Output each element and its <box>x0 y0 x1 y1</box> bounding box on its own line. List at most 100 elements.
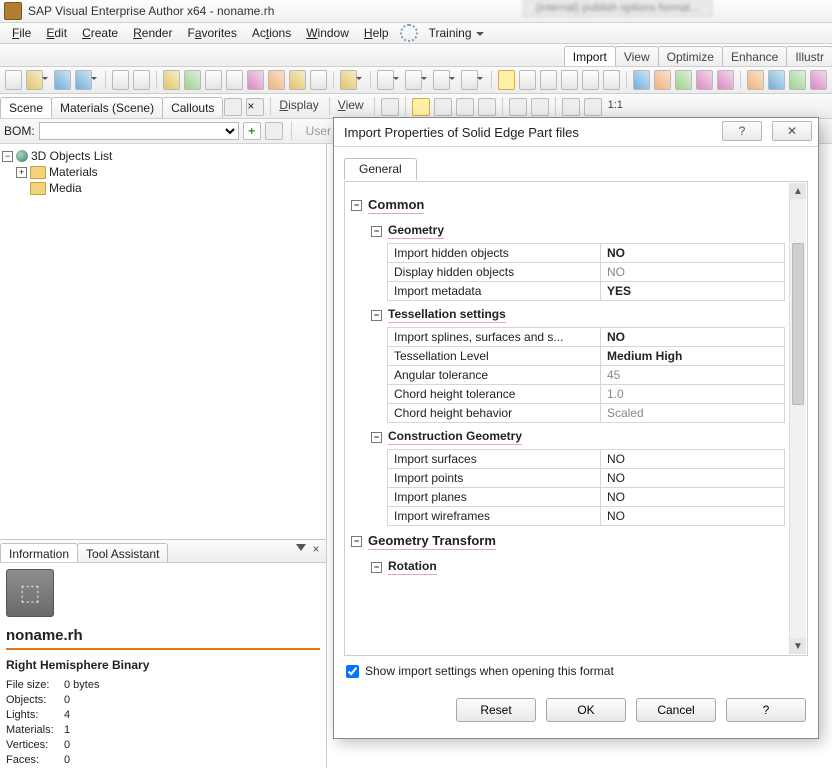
show-settings-checkbox[interactable] <box>346 665 359 678</box>
property-value[interactable]: NO <box>600 327 785 347</box>
zoom-icon[interactable] <box>509 98 527 116</box>
property-row[interactable]: Chord height tolerance1.0 <box>387 385 785 404</box>
tree-node-media[interactable]: Media <box>16 180 324 196</box>
property-row[interactable]: Import hidden objectsNO <box>387 243 785 263</box>
plane-icon[interactable] <box>478 98 496 116</box>
property-value[interactable]: NO <box>600 449 785 469</box>
menu-training[interactable]: Training <box>423 25 486 41</box>
tool-icon[interactable] <box>561 70 578 90</box>
property-row[interactable]: Import pointsNO <box>387 469 785 488</box>
property-row[interactable]: Import wireframesNO <box>387 507 785 526</box>
property-value[interactable]: NO <box>600 469 785 488</box>
panel-tab-scene[interactable]: Scene <box>0 97 52 118</box>
tool-icon[interactable] <box>289 70 306 90</box>
home-icon[interactable] <box>340 70 357 90</box>
save-icon[interactable] <box>54 70 71 90</box>
menu-render[interactable]: Render <box>127 25 178 41</box>
tool-icon[interactable] <box>310 70 327 90</box>
close-icon[interactable]: × <box>310 544 322 556</box>
new-icon[interactable] <box>5 70 22 90</box>
collapse-icon[interactable]: − <box>371 310 382 321</box>
panel-tab-callouts[interactable]: Callouts <box>162 97 223 118</box>
scroll-down-icon[interactable]: ▼ <box>790 638 806 654</box>
move-icon[interactable] <box>519 70 536 90</box>
group-common[interactable]: −Common <box>351 194 789 217</box>
reset-button[interactable]: Reset <box>456 698 536 722</box>
cancel-button[interactable]: Cancel <box>636 698 716 722</box>
tool-icon[interactable] <box>603 70 620 90</box>
tool-icon[interactable] <box>717 70 734 90</box>
property-value[interactable]: 1.0 <box>600 385 785 404</box>
tree-node-3d-objects[interactable]: − 3D Objects List <box>2 148 324 164</box>
scroll-thumb[interactable] <box>792 243 804 405</box>
tool-icon[interactable] <box>540 70 557 90</box>
menu-favorites[interactable]: Favorites <box>181 25 242 41</box>
help-button[interactable]: ? <box>726 698 806 722</box>
property-value[interactable]: Scaled <box>600 404 785 423</box>
redo-icon[interactable] <box>226 70 243 90</box>
tool-icon[interactable] <box>433 70 450 90</box>
cube-icon[interactable] <box>768 70 785 90</box>
panel-close-icon[interactable]: × <box>246 98 264 116</box>
panel-tab-materials-scene-[interactable]: Materials (Scene) <box>51 97 163 118</box>
property-value[interactable]: NO <box>600 243 785 263</box>
info-tab-information[interactable]: Information <box>0 543 78 562</box>
panel-icon[interactable] <box>224 98 242 116</box>
collapse-icon[interactable]: − <box>371 226 382 237</box>
tool-icon[interactable] <box>268 70 285 90</box>
cube-icon[interactable] <box>789 70 806 90</box>
find-icon[interactable] <box>163 70 180 90</box>
property-row[interactable]: Chord height behaviorScaled <box>387 404 785 423</box>
tool-icon[interactable] <box>434 98 452 116</box>
scrollbar[interactable]: ▲ ▼ <box>789 183 806 654</box>
menu-actions[interactable]: Actions <box>246 25 297 41</box>
property-value[interactable]: 45 <box>600 366 785 385</box>
property-value[interactable]: YES <box>600 282 785 301</box>
orbit-icon[interactable] <box>412 98 430 116</box>
add-icon[interactable]: + <box>243 122 261 140</box>
tool-icon[interactable] <box>696 70 713 90</box>
tab-enhance[interactable]: Enhance <box>722 46 787 66</box>
group-construction-geometry[interactable]: −Construction Geometry <box>371 427 789 447</box>
property-value[interactable]: NO <box>600 507 785 526</box>
group-geometry-transform[interactable]: −Geometry Transform <box>351 530 789 553</box>
collapse-icon[interactable]: − <box>351 200 362 211</box>
collapse-icon[interactable]: − <box>371 562 382 573</box>
property-value[interactable]: NO <box>600 263 785 282</box>
cube-icon[interactable] <box>747 70 764 90</box>
tool-icon[interactable] <box>247 70 264 90</box>
scroll-up-icon[interactable]: ▲ <box>790 183 806 199</box>
pan-icon[interactable] <box>531 98 549 116</box>
zoom-actual-icon[interactable] <box>584 98 602 116</box>
property-row[interactable]: Display hidden objectsNO <box>387 263 785 282</box>
menu-file[interactable]: File <box>6 25 37 41</box>
collapse-icon[interactable]: − <box>2 151 13 162</box>
fit-icon[interactable] <box>562 98 580 116</box>
collapse-icon[interactable]: − <box>371 432 382 443</box>
undo-icon[interactable] <box>205 70 222 90</box>
ok-button[interactable]: OK <box>546 698 626 722</box>
property-value[interactable]: NO <box>600 488 785 507</box>
delete-icon[interactable] <box>133 70 150 90</box>
property-row[interactable]: Import splines, surfaces and s...NO <box>387 327 785 347</box>
group-rotation[interactable]: −Rotation <box>371 557 789 577</box>
tool-icon[interactable] <box>633 70 650 90</box>
refresh-icon[interactable] <box>184 70 201 90</box>
tab-optimize[interactable]: Optimize <box>658 46 723 66</box>
info-tab-tool-assistant[interactable]: Tool Assistant <box>77 543 168 562</box>
gear-icon[interactable] <box>400 24 418 42</box>
rotate-left-icon[interactable] <box>377 70 394 90</box>
zoom-1to1-label[interactable]: 1:1 <box>604 94 629 118</box>
help-button[interactable]: ? <box>722 121 762 141</box>
dialog-title-bar[interactable]: Import Properties of Solid Edge Part fil… <box>334 118 818 147</box>
tool-icon[interactable] <box>265 122 283 140</box>
expand-icon[interactable]: + <box>16 167 27 178</box>
tool-icon[interactable] <box>675 70 692 90</box>
menu-create[interactable]: Create <box>76 25 124 41</box>
property-value[interactable]: Medium High <box>600 347 785 366</box>
tool-icon[interactable] <box>456 98 474 116</box>
save-as-icon[interactable] <box>75 70 92 90</box>
property-row[interactable]: Angular tolerance45 <box>387 366 785 385</box>
scene-tree[interactable]: − 3D Objects List + Materials Media <box>0 144 326 539</box>
tree-node-materials[interactable]: + Materials <box>16 164 324 180</box>
